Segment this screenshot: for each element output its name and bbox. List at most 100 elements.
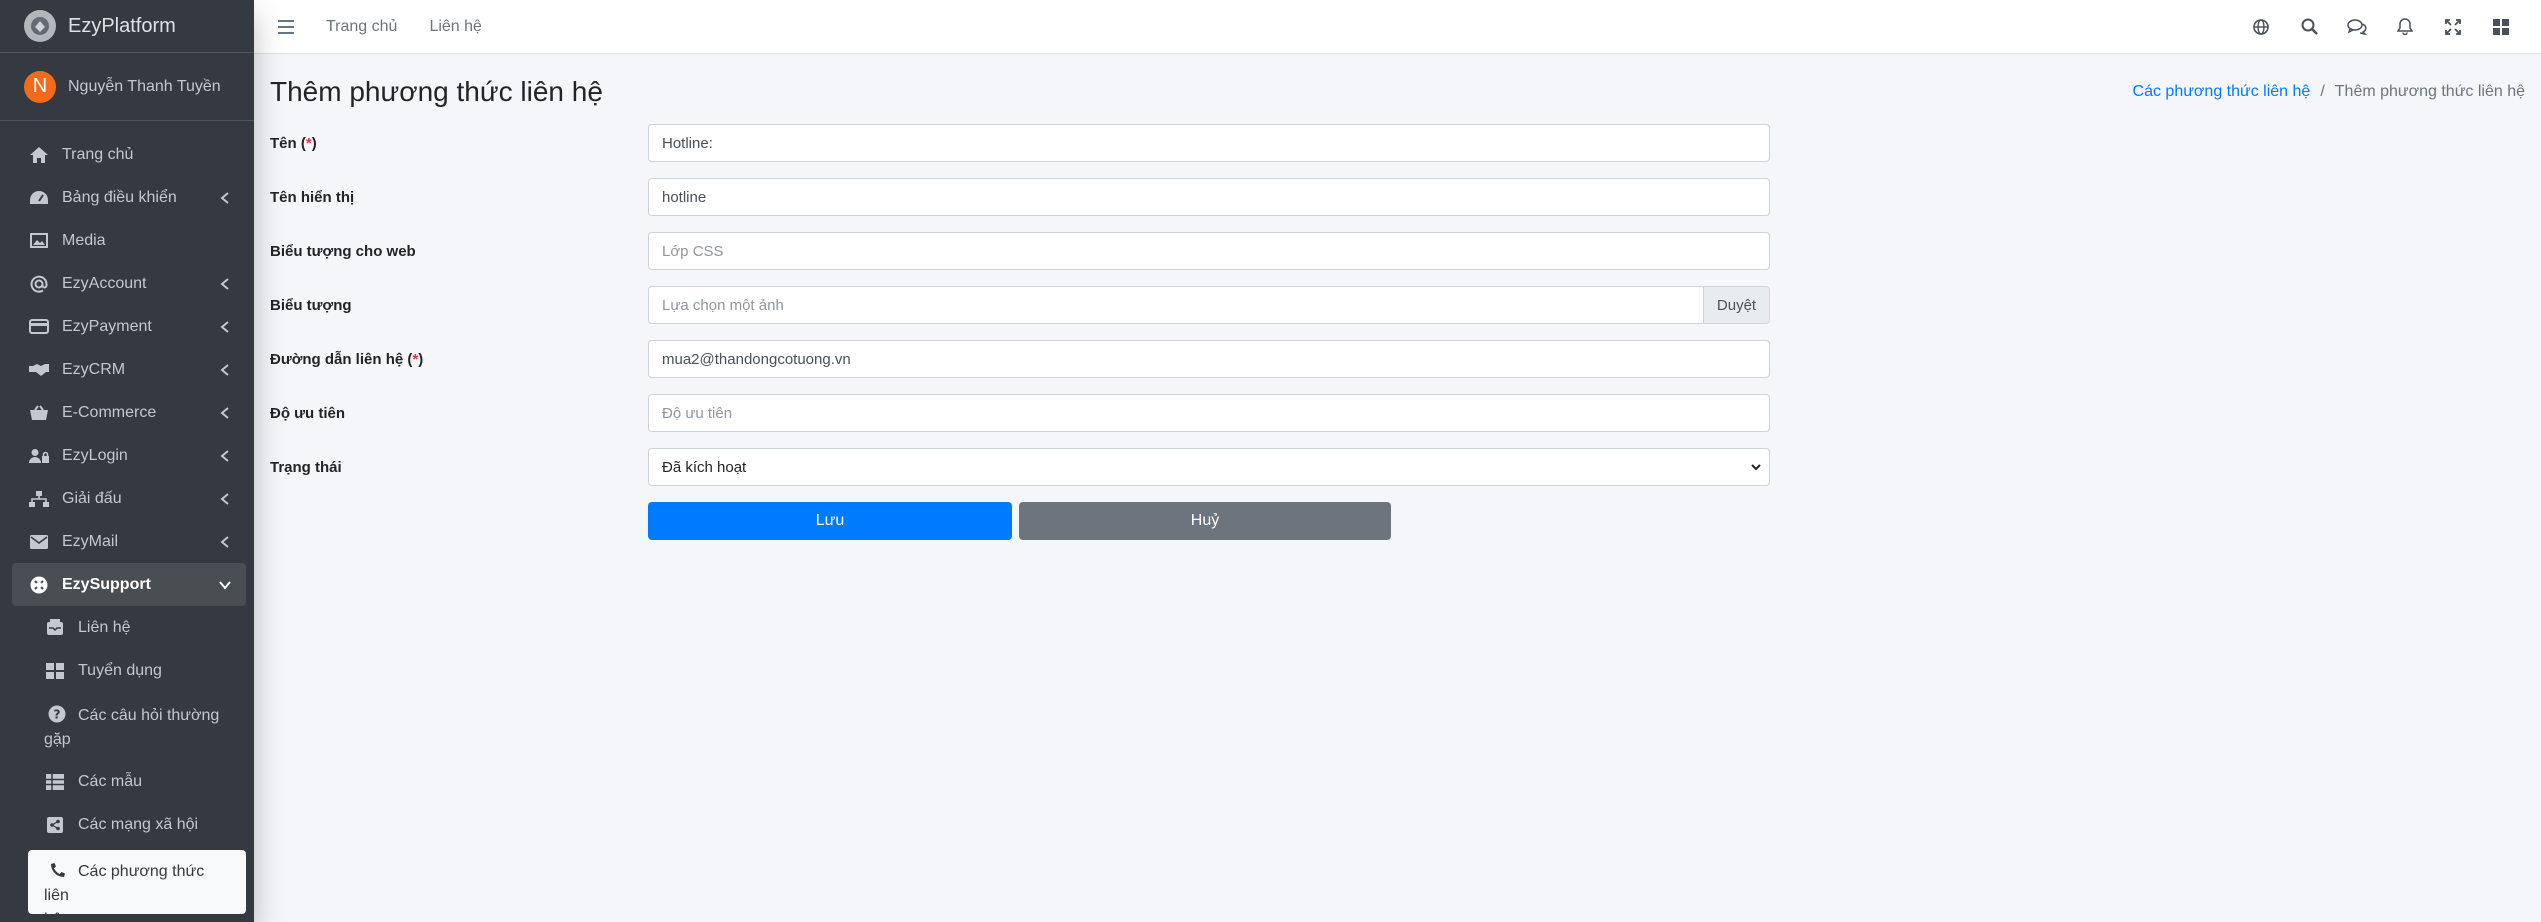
sidebar-item-mang-xa-hoi[interactable]: Các mạng xã hội bbox=[28, 803, 246, 846]
link-input[interactable] bbox=[648, 340, 1770, 378]
sidebar-item-cac-mau[interactable]: Các mẫu bbox=[28, 760, 246, 803]
icon-input[interactable] bbox=[648, 286, 1704, 324]
expand-icon[interactable] bbox=[2429, 7, 2477, 47]
main-area: Trang chủ Liên hệ Thêm phương thức liên … bbox=[254, 0, 2541, 922]
apps-icon[interactable] bbox=[2477, 7, 2525, 47]
web-icon-label: Biểu tượng cho web bbox=[270, 242, 416, 260]
sidebar-item-ecommerce[interactable]: E-Commerce bbox=[12, 391, 246, 434]
active-label-line2: hệ bbox=[44, 911, 62, 922]
status-selected-value: Đã kích hoạt bbox=[648, 448, 1770, 486]
user-panel[interactable]: N Nguyễn Thanh Tuyền bbox=[0, 53, 254, 121]
sidebar-item-ezyaccount[interactable]: EzyAccount bbox=[12, 262, 246, 305]
brand-name: EzyPlatform bbox=[68, 14, 176, 37]
handshake-icon bbox=[28, 359, 50, 381]
menu-toggle-icon[interactable] bbox=[276, 17, 296, 37]
sidebar-item-phuong-thuc-lien-he[interactable]: Các phương thức liên hệ bbox=[28, 850, 246, 922]
inbox-icon bbox=[44, 617, 66, 639]
sidebar-item-label: Trang chủ bbox=[62, 145, 134, 163]
priority-input[interactable] bbox=[648, 394, 1770, 432]
contact-method-form: Tên (*) Tên hiển thị Biểu tượng cho web … bbox=[270, 124, 2525, 540]
ezysupport-submenu: Liên hệ Tuyển dụng ? Các câu hỏi thường g… bbox=[12, 606, 246, 922]
breadcrumb: Các phương thức liên hệ / Thêm phương th… bbox=[2133, 83, 2525, 101]
web-icon-input[interactable] bbox=[648, 232, 1770, 270]
user-name: Nguyễn Thanh Tuyền bbox=[68, 77, 221, 95]
phone-icon bbox=[44, 860, 78, 884]
breadcrumb-parent-link[interactable]: Các phương thức liên hệ bbox=[2133, 83, 2311, 101]
top-link-home[interactable]: Trang chủ bbox=[326, 18, 397, 36]
sidebar-item-label: Giải đấu bbox=[62, 489, 122, 507]
faq-label-line2: gặp bbox=[44, 731, 71, 748]
search-icon[interactable] bbox=[2285, 7, 2333, 47]
topbar-icons bbox=[2237, 7, 2525, 47]
top-link-contact[interactable]: Liên hệ bbox=[429, 18, 482, 36]
chevron-left-icon bbox=[218, 535, 232, 549]
sidebar-item-label: E-Commerce bbox=[62, 403, 157, 421]
form-row-status: Trạng thái Đã kích hoạt bbox=[270, 448, 2525, 486]
support-icon bbox=[28, 574, 50, 596]
sidebar-item-label: ? Các câu hỏi thường gặp bbox=[44, 704, 219, 752]
sidebar-item-label: Media bbox=[62, 231, 106, 249]
comments-icon[interactable] bbox=[2333, 7, 2381, 47]
sidebar-item-ezypayment[interactable]: EzyPayment bbox=[12, 305, 246, 348]
status-select[interactable]: Đã kích hoạt bbox=[648, 448, 1770, 486]
sidebar-item-label: Tuyển dụng bbox=[78, 661, 162, 679]
table-icon bbox=[44, 771, 66, 793]
brand-logo-icon bbox=[24, 10, 56, 42]
sidebar-item-label: EzyLogin bbox=[62, 446, 128, 464]
credit-card-icon bbox=[28, 316, 50, 338]
link-label: Đường dẫn liên hệ (*) bbox=[270, 351, 648, 368]
page-header: Thêm phương thức liên hệ Các phương thức… bbox=[270, 68, 2525, 116]
sidebar-item-dashboard[interactable]: Bảng điều khiển bbox=[12, 176, 246, 219]
page-title: Thêm phương thức liên hệ bbox=[270, 76, 603, 107]
form-row-display-name: Tên hiển thị bbox=[270, 178, 2525, 216]
save-button[interactable]: Lưu bbox=[648, 502, 1012, 540]
sidebar-item-ezylogin[interactable]: EzyLogin bbox=[12, 434, 246, 477]
sidebar-item-label: EzyMail bbox=[62, 532, 119, 550]
browse-button[interactable]: Duyệt bbox=[1704, 286, 1770, 324]
sidebar-item-media[interactable]: Media bbox=[12, 219, 246, 262]
brand-link[interactable]: EzyPlatform bbox=[0, 0, 254, 53]
home-icon bbox=[28, 144, 50, 166]
sidebar-item-label: Bảng điều khiển bbox=[62, 188, 177, 206]
chevron-left-icon bbox=[218, 406, 232, 420]
name-input[interactable] bbox=[648, 124, 1770, 162]
name-label-text: Tên bbox=[270, 134, 297, 152]
link-req-open: ( bbox=[403, 350, 413, 368]
sidebar-item-label: EzyAccount bbox=[62, 274, 147, 292]
form-row-link: Đường dẫn liên hệ (*) bbox=[270, 340, 2525, 378]
user-lock-icon bbox=[28, 445, 50, 467]
cancel-button[interactable]: Huỷ bbox=[1019, 502, 1391, 540]
sidebar-item-giai-dau[interactable]: Giải đấu bbox=[12, 477, 246, 520]
at-icon bbox=[28, 273, 50, 295]
content: Thêm phương thức liên hệ Các phương thức… bbox=[254, 54, 2541, 540]
display-name-label: Tên hiển thị bbox=[270, 188, 355, 206]
form-actions: Lưu Huỷ bbox=[648, 502, 2525, 540]
chevron-left-icon bbox=[218, 363, 232, 377]
sidebar-item-home[interactable]: Trang chủ bbox=[12, 133, 246, 176]
globe-icon[interactable] bbox=[2237, 7, 2285, 47]
sidebar-item-ezycrm[interactable]: EzyCRM bbox=[12, 348, 246, 391]
sidebar-nav: Trang chủ Bảng điều khiển Media EzyAccou… bbox=[0, 121, 254, 922]
sidebar: EzyPlatform N Nguyễn Thanh Tuyền Trang c… bbox=[0, 0, 254, 922]
name-req-open: ( bbox=[296, 134, 306, 152]
display-name-input[interactable] bbox=[648, 178, 1770, 216]
sidebar-item-lien-he[interactable]: Liên hệ bbox=[28, 606, 246, 649]
share-square-icon bbox=[44, 814, 66, 836]
name-req-close: ) bbox=[311, 134, 317, 152]
chevron-left-icon bbox=[218, 191, 232, 205]
form-row-web-icon: Biểu tượng cho web bbox=[270, 232, 2525, 270]
sidebar-item-label: EzySupport bbox=[62, 575, 151, 593]
sidebar-item-faq[interactable]: ? Các câu hỏi thường gặp bbox=[28, 692, 246, 760]
sidebar-item-tuyen-dung[interactable]: Tuyển dụng bbox=[28, 649, 246, 692]
chevron-left-icon bbox=[218, 492, 232, 506]
icon-label: Biểu tượng bbox=[270, 296, 352, 314]
chevron-left-icon bbox=[218, 277, 232, 291]
basket-icon bbox=[28, 402, 50, 424]
sidebar-item-ezysupport[interactable]: EzySupport bbox=[12, 563, 246, 606]
sidebar-item-ezymail[interactable]: EzyMail bbox=[12, 520, 246, 563]
bell-icon[interactable] bbox=[2381, 7, 2429, 47]
faq-label-line1: Các câu hỏi thường bbox=[78, 707, 220, 724]
chevron-down-icon bbox=[218, 578, 232, 592]
topbar: Trang chủ Liên hệ bbox=[254, 0, 2541, 54]
chevron-down-icon bbox=[1750, 460, 1762, 478]
